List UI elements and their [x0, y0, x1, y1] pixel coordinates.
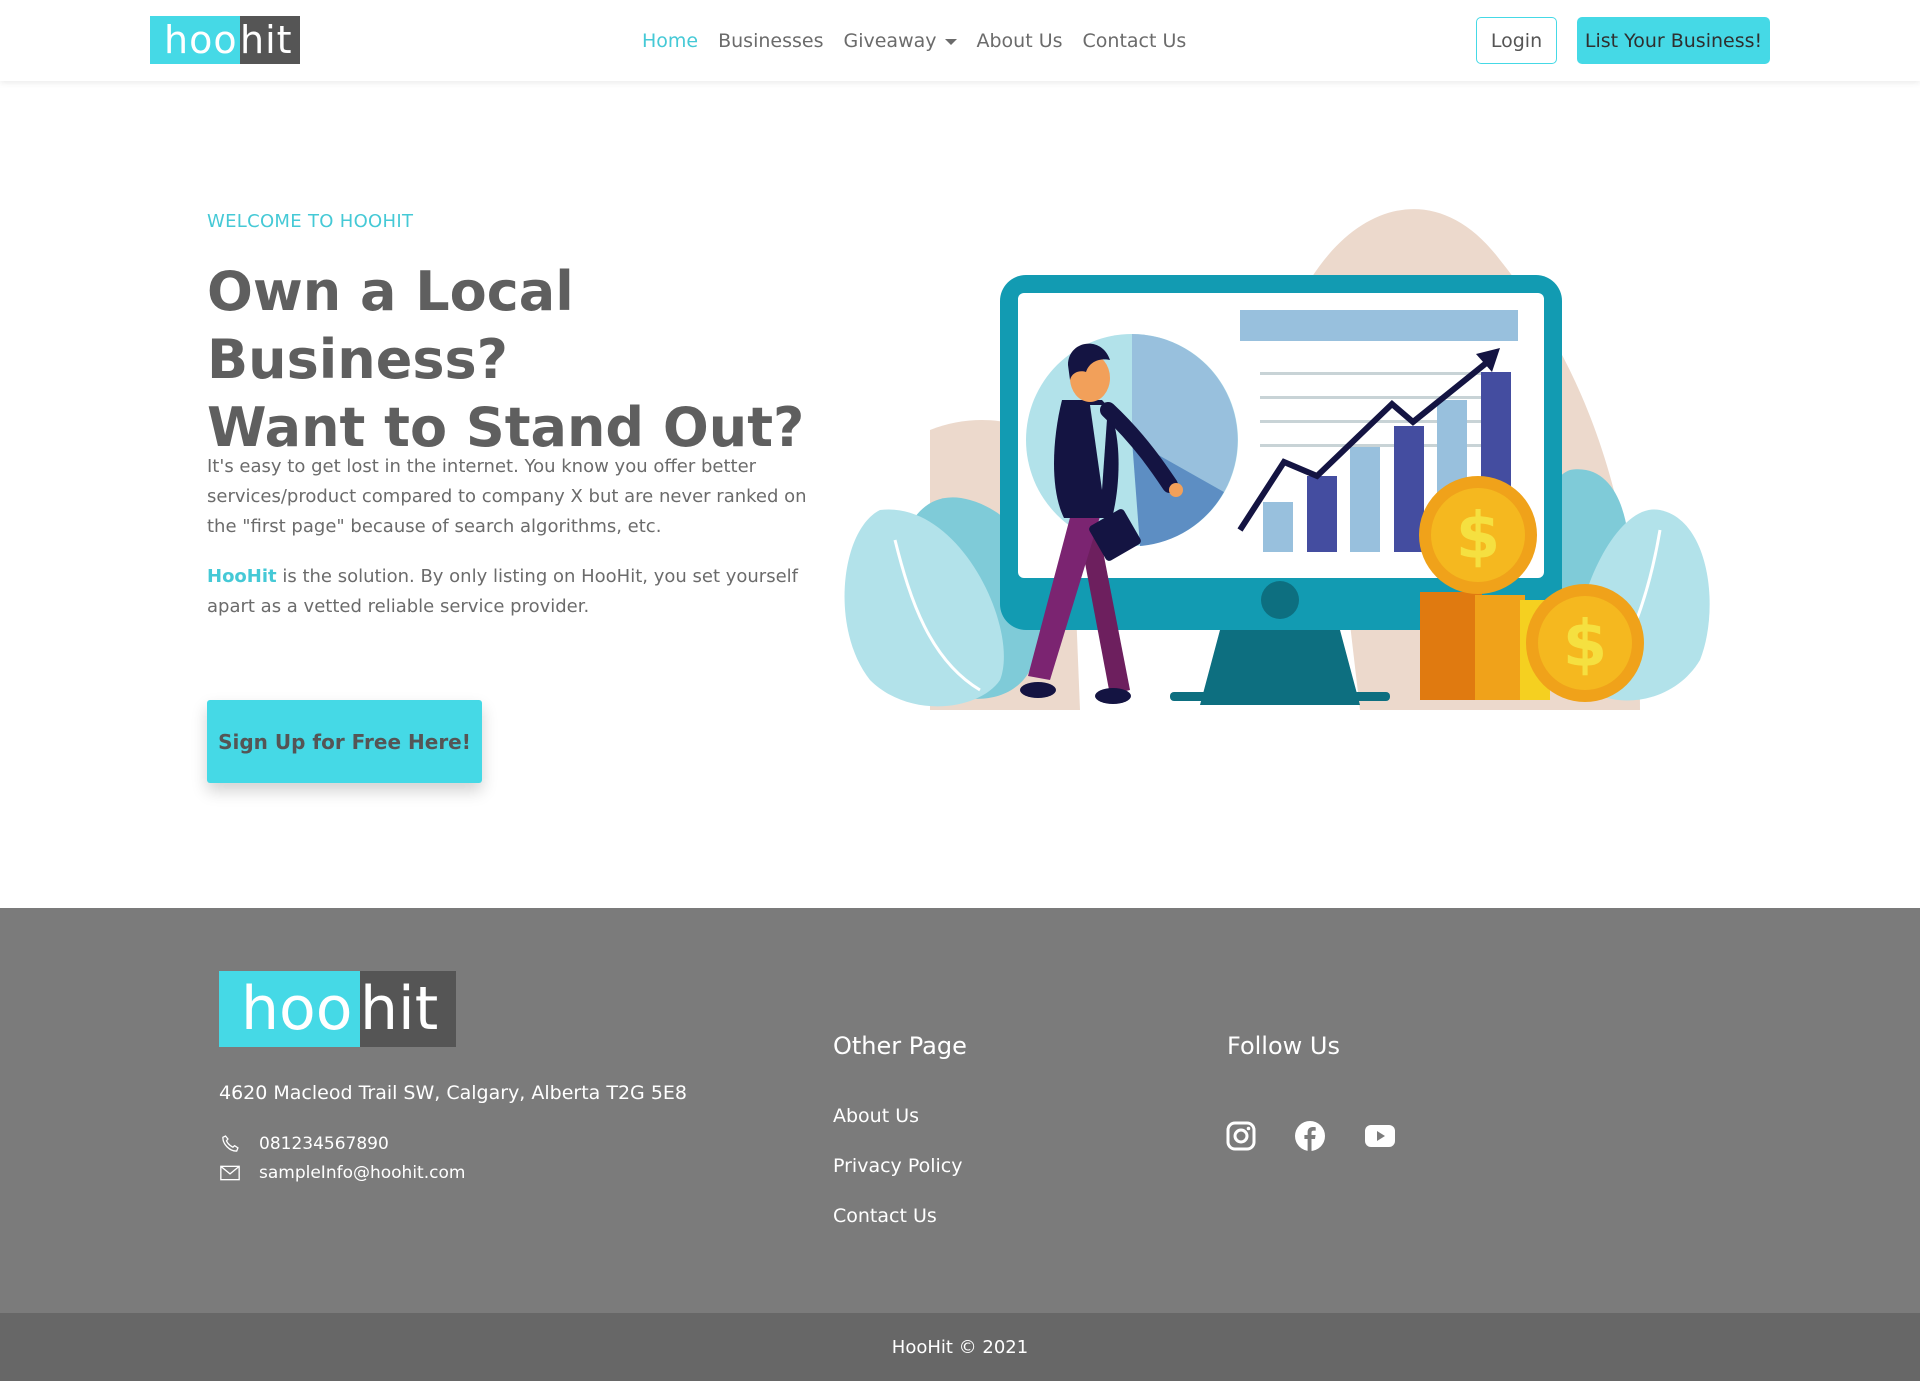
nav-item-giveaway-label: Giveaway	[843, 30, 937, 52]
login-button[interactable]: Login	[1476, 17, 1557, 64]
facebook-icon[interactable]	[1293, 1119, 1327, 1153]
copyright-bar: HooHit © 2021	[0, 1313, 1920, 1381]
footer-link-privacy-policy[interactable]: Privacy Policy	[833, 1155, 962, 1177]
business-growth-illustration: $ $	[844, 209, 1710, 710]
footer-follow-us-title: Follow Us	[1227, 1032, 1340, 1060]
hero-title: Own a Local Business? Want to Stand Out?	[207, 258, 827, 462]
person-shoe	[1020, 682, 1056, 698]
chart-line	[1260, 396, 1500, 399]
hero-title-line2: Want to Stand Out?	[207, 396, 805, 459]
chevron-down-icon	[944, 38, 957, 45]
chart-bar	[1263, 502, 1293, 552]
hero-paragraph-2-text: is the solution. By only listing on HooH…	[207, 566, 798, 617]
hero-title-line1: Own a Local Business?	[207, 260, 574, 391]
chart-line	[1260, 372, 1500, 375]
youtube-icon[interactable]	[1363, 1119, 1397, 1153]
instagram-icon[interactable]	[1224, 1119, 1258, 1153]
coin-stack	[1475, 595, 1525, 700]
footer-phone: 081234567890	[259, 1134, 389, 1154]
brand-logo[interactable]: hoo hit	[150, 16, 300, 64]
footer-other-page-title: Other Page	[833, 1032, 967, 1060]
chart-header-bar	[1240, 310, 1518, 341]
logo-part-hit: hit	[240, 16, 300, 64]
chart-bar	[1307, 476, 1337, 552]
main-nav: Home Businesses Giveaway About Us Contac…	[632, 26, 1196, 56]
nav-item-giveaway[interactable]: Giveaway	[833, 26, 966, 56]
nav-item-contact-us[interactable]: Contact Us	[1073, 26, 1197, 56]
logo-part-hoo: hoo	[150, 16, 240, 64]
hero-paragraph-2: HooHit is the solution. By only listing …	[207, 562, 807, 622]
list-your-business-button[interactable]: List Your Business!	[1577, 17, 1770, 64]
nav-item-home[interactable]: Home	[632, 26, 708, 56]
monitor-base	[1170, 692, 1390, 701]
footer-email-row: sampleInfo@hoohit.com	[219, 1162, 465, 1184]
footer-brand-logo[interactable]: hoo hit	[219, 971, 456, 1047]
footer-link-contact-us[interactable]: Contact Us	[833, 1205, 937, 1227]
logo-part-hoo: hoo	[219, 971, 360, 1047]
hero-paragraph-1: It's easy to get lost in the internet. Y…	[207, 456, 807, 537]
nav-item-about-us[interactable]: About Us	[967, 26, 1073, 56]
footer-email[interactable]: sampleInfo@hoohit.com	[259, 1163, 465, 1183]
footer-phone-row: 081234567890	[219, 1133, 389, 1155]
monitor-button	[1261, 581, 1299, 619]
phone-icon	[219, 1133, 241, 1155]
coin-stack	[1420, 592, 1482, 700]
hero-eyebrow: WELCOME TO HOOHIT	[207, 211, 414, 232]
copyright-text: HooHit © 2021	[891, 1336, 1029, 1358]
envelope-icon	[219, 1162, 241, 1184]
signup-cta-button[interactable]: Sign Up for Free Here!	[207, 700, 482, 783]
site-footer: hoo hit 4620 Macleod Trail SW, Calgary, …	[0, 908, 1920, 1313]
dollar-coin-symbol: $	[1563, 608, 1608, 682]
top-navbar: hoo hit Home Businesses Giveaway About U…	[0, 0, 1920, 81]
dollar-coin-symbol: $	[1456, 500, 1501, 574]
hero-brand-highlight: HooHit	[207, 566, 277, 587]
logo-part-hit: hit	[360, 971, 456, 1047]
person-hand	[1169, 483, 1183, 497]
footer-address: 4620 Macleod Trail SW, Calgary, Alberta …	[219, 1082, 687, 1104]
nav-item-businesses[interactable]: Businesses	[708, 26, 833, 56]
person-shoe	[1095, 688, 1131, 704]
chart-bar	[1350, 447, 1380, 552]
footer-link-about-us[interactable]: About Us	[833, 1105, 919, 1127]
